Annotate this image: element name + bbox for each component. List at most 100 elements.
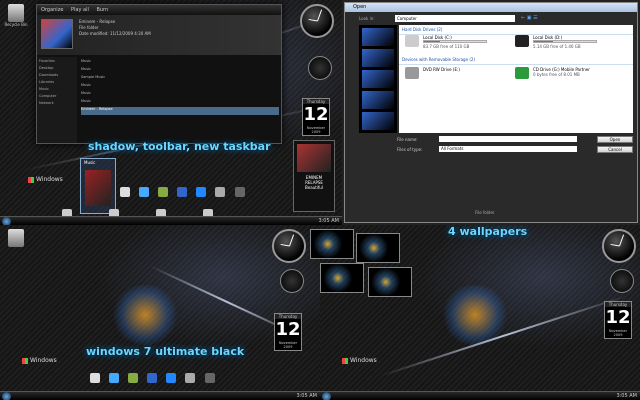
calendar-gadget: Thursday 12 November 2009 [274, 313, 302, 351]
start-button[interactable] [2, 217, 11, 225]
gauge-gadget [610, 269, 634, 293]
files-of-type-label: Files of type: [397, 147, 423, 152]
dialog-toolbar-icons[interactable]: ← ▣ ☰ [521, 15, 538, 21]
nav-item[interactable]: Libraries [39, 80, 75, 87]
navigation-pane: Favorites Desktop Downloads Libraries Mu… [37, 57, 77, 143]
dialog-footer-text: File folder [475, 210, 495, 215]
drive-usage-bar [423, 40, 487, 43]
open-dialog[interactable]: Open Look in: Computer ← ▣ ☰ Hard Disk D… [344, 2, 638, 223]
place-icon[interactable] [362, 28, 394, 46]
cancel-button[interactable]: Cancel [597, 146, 633, 153]
windows-logo: Windows [22, 357, 57, 364]
caption-top-left: shadow, toolbar, new taskbar [88, 140, 271, 153]
wallpaper-thumbnails [308, 225, 448, 305]
album-art [297, 144, 331, 172]
list-item[interactable]: Music [81, 91, 279, 99]
group-hard-disks: Hard Disk Drives (2) [399, 25, 633, 35]
toolbar-dock [118, 182, 247, 198]
wallpaper-thumbnail[interactable] [356, 233, 400, 263]
list-item[interactable]: Music [81, 59, 279, 67]
list-item-selected[interactable]: Eminem - Relapse [81, 107, 279, 115]
explorer-window[interactable]: Organize Play all Burn Eminem - Relapse … [36, 4, 282, 144]
files-of-type-select[interactable]: All Formats [439, 146, 577, 152]
place-icon[interactable] [362, 70, 394, 88]
toolbar-burn[interactable]: Burn [96, 7, 108, 13]
app-icon[interactable] [109, 373, 120, 383]
clock-gadget [272, 229, 306, 263]
gauge-gadget [280, 269, 304, 293]
preview-image [85, 170, 111, 206]
app-icon[interactable] [234, 187, 245, 197]
app-icon[interactable] [128, 373, 139, 383]
app-icon[interactable] [215, 187, 226, 197]
folder-thumbnail [41, 19, 73, 49]
app-icon[interactable] [90, 373, 100, 383]
windows-logo: Windows [342, 357, 377, 364]
app-icon[interactable] [147, 373, 158, 383]
start-button[interactable] [322, 392, 331, 400]
nav-item[interactable]: Music [39, 87, 75, 94]
calendar-gadget: Thursday 12 November 2009 [302, 98, 330, 136]
media-player-gadget[interactable]: EMINEM RELAPSE Beautiful [293, 140, 335, 212]
toolbar-play-all[interactable]: Play all [71, 7, 89, 13]
list-item[interactable]: Music [81, 99, 279, 107]
app-icon[interactable] [139, 187, 150, 197]
file-name-input[interactable] [439, 136, 577, 142]
nav-item[interactable]: Computer [39, 94, 75, 101]
drive-space: 83.7 GB free of 110 GB [423, 44, 470, 49]
place-icon[interactable] [362, 91, 394, 109]
open-button[interactable]: Open [597, 136, 633, 143]
place-icon[interactable] [362, 112, 394, 130]
calendar-day: 12 [275, 319, 301, 340]
app-icon[interactable] [185, 373, 196, 383]
place-icon[interactable] [362, 49, 394, 67]
gauge-gadget [308, 56, 332, 80]
toolbar-organize[interactable]: Organize [41, 7, 63, 13]
nav-item[interactable]: Network [39, 101, 75, 108]
folder-date: Date modified: 11/12/2009 4:30 AM [79, 31, 151, 36]
clock-gadget [602, 229, 636, 263]
taskbar-clock[interactable]: 3:05 AM [616, 393, 637, 399]
list-item[interactable]: Sample Music [81, 75, 279, 83]
windows-logo: Windows [28, 176, 63, 183]
list-item[interactable]: Music [81, 67, 279, 75]
calendar-month-year: November 2009 [306, 126, 326, 134]
app-icon[interactable] [166, 373, 177, 383]
list-item[interactable]: Music [81, 83, 279, 91]
calendar-month-year: November 2009 [278, 341, 298, 349]
drive-space: 5.14 GB free of 1.46 GB [533, 44, 581, 49]
taskbar: 3:05 AM [0, 391, 320, 400]
app-icon[interactable] [204, 373, 215, 383]
app-icon[interactable] [120, 187, 130, 197]
app-icon[interactable] [177, 187, 188, 197]
start-button[interactable] [2, 392, 11, 400]
drive-space: 0 bytes free of 8.01 MB [533, 72, 580, 77]
group-removable: Devices with Removable Storage (2) [399, 55, 633, 65]
wallpaper-thumbnail[interactable] [320, 263, 364, 293]
app-icon[interactable] [158, 187, 169, 197]
nav-item[interactable]: Downloads [39, 73, 75, 80]
look-in-label: Look in: [359, 16, 375, 21]
app-icon[interactable] [196, 187, 207, 197]
wallpaper-thumbnail[interactable] [310, 229, 354, 259]
look-in-select[interactable]: Computer [395, 15, 515, 22]
drive-usage-bar [533, 40, 597, 43]
calendar-gadget: Thursday 12 November 2009 [604, 301, 632, 339]
taskbar-clock[interactable]: 3:05 AM [318, 218, 339, 224]
hard-disk-icon [405, 35, 419, 47]
taskbar-clock[interactable]: 3:05 AM [296, 393, 317, 399]
recycle-bin-icon[interactable] [4, 229, 28, 259]
caption-bottom-right: 4 wallpapers [448, 225, 528, 238]
dialog-content: Hard Disk Drives (2) Local Disk (C:) 83.… [399, 25, 633, 133]
nav-item[interactable]: Desktop [39, 66, 75, 73]
wallpaper-thumbnail[interactable] [368, 267, 412, 297]
caption-bottom-left: windows 7 ultimate black [86, 345, 245, 358]
places-bar [359, 25, 397, 133]
nav-item[interactable]: Favorites [39, 59, 75, 66]
taskbar: 3:05 AM [0, 216, 342, 225]
recycle-bin-icon[interactable]: Recycle Bin [4, 4, 28, 34]
calendar-day: 12 [605, 307, 631, 328]
hard-disk-icon [515, 35, 529, 47]
taskbar: 3:05 AM [320, 391, 640, 400]
explorer-toolbar: Organize Play all Burn [37, 5, 281, 15]
